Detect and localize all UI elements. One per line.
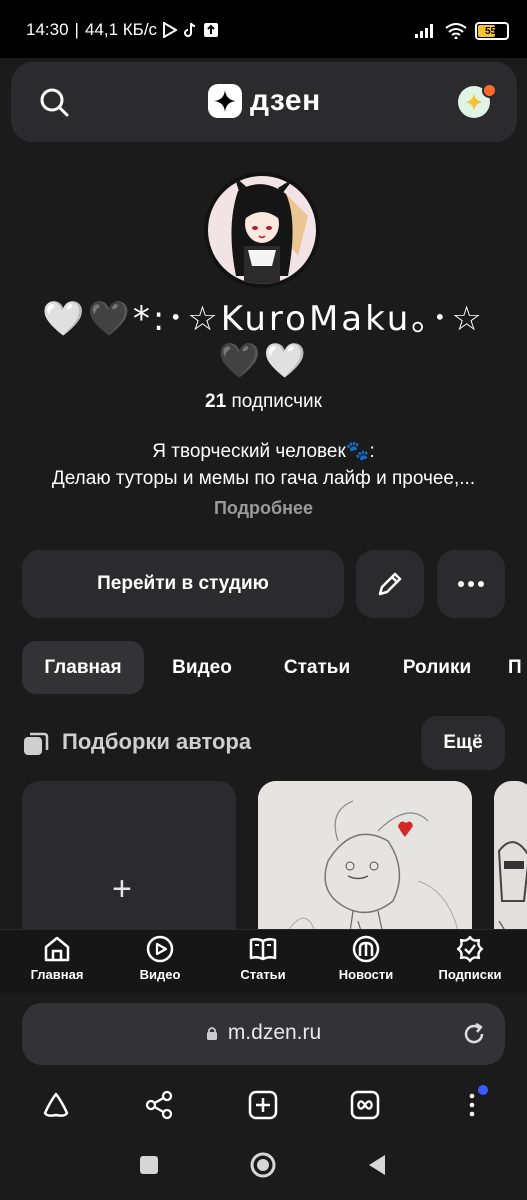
lock-icon <box>206 1027 217 1040</box>
nav-home-label: Главная <box>30 967 84 982</box>
tab-articles[interactable]: Статьи <box>266 641 368 694</box>
recent-apps-button[interactable] <box>134 1150 164 1180</box>
nav-subscriptions[interactable]: Подписки <box>425 934 515 982</box>
collections-icon <box>24 732 49 755</box>
menu-badge-dot <box>478 1085 488 1095</box>
ellipsis-icon <box>458 581 484 587</box>
reload-icon[interactable] <box>460 1020 488 1048</box>
wifi-icon <box>445 23 467 39</box>
nav-news[interactable]: Новости <box>321 934 411 982</box>
battery-icon: 55 <box>475 22 509 40</box>
share-button[interactable] <box>139 1085 179 1125</box>
channel-name: 🤍🖤*:･☆KuroMaku｡･☆🖤🤍 <box>42 299 485 381</box>
signal-icon <box>415 24 433 38</box>
tabs-icon <box>350 1090 380 1120</box>
more-link[interactable]: Подробнее <box>0 498 527 519</box>
nav-articles-label: Статьи <box>240 967 286 982</box>
square-icon <box>140 1156 158 1174</box>
description-line-2: Делаю туторы и мемы по гача лайф и проче… <box>51 468 476 489</box>
address-text-wrap: m.dzen.ru <box>0 1021 527 1045</box>
logo-text: дзен <box>250 84 321 117</box>
tab-shorts[interactable]: Ролики <box>386 641 488 694</box>
status-right: 55 <box>415 22 509 40</box>
description-line-1: Я творческий человек🐾: <box>152 441 375 462</box>
circle-icon <box>250 1152 276 1178</box>
notification-dot <box>482 83 497 98</box>
back-button[interactable] <box>362 1150 392 1180</box>
play-icon <box>146 935 174 963</box>
nav-news-label: Новости <box>338 967 394 982</box>
status-left: 14:30 | 44,1 КБ/с <box>26 20 219 40</box>
tab-main[interactable]: Главная <box>22 641 144 694</box>
tab-video[interactable]: Видео <box>158 641 246 694</box>
nav-home[interactable]: Главная <box>12 934 102 982</box>
share-icon <box>145 1090 173 1120</box>
book-icon <box>249 937 277 961</box>
home-system-button[interactable] <box>248 1150 278 1180</box>
nav-video[interactable]: Видео <box>115 934 205 982</box>
edit-button[interactable] <box>356 550 424 618</box>
upload-icon <box>204 23 219 37</box>
search-icon[interactable] <box>36 84 72 120</box>
collections-more-button[interactable]: Ещё <box>421 716 505 770</box>
subscribers-label: подписчик <box>231 391 322 412</box>
profile-avatar-image <box>208 176 316 284</box>
nav-video-label: Видео <box>139 967 181 982</box>
back-triangle-icon <box>369 1155 385 1175</box>
alice-button[interactable] <box>36 1085 76 1125</box>
pencil-icon <box>378 572 402 596</box>
more-options-button[interactable] <box>437 550 505 618</box>
subscriptions-icon <box>456 935 484 963</box>
news-icon <box>352 935 380 963</box>
home-icon <box>44 936 70 962</box>
dzen-logo[interactable]: дзен <box>208 84 321 118</box>
status-time: 14:30 <box>26 20 69 39</box>
nav-articles[interactable]: Статьи <box>218 934 308 982</box>
network-speed: 44,1 КБ/с <box>84 20 158 39</box>
alice-icon <box>43 1092 69 1117</box>
tab-more[interactable]: П <box>508 641 527 694</box>
play-store-icon <box>163 22 178 38</box>
go-to-studio-button[interactable]: Перейти в студию <box>22 550 344 618</box>
url-text[interactable]: m.dzen.ru <box>228 1021 321 1045</box>
new-tab-icon <box>248 1090 278 1120</box>
profile-avatar[interactable] <box>204 172 320 288</box>
tiktok-icon <box>184 22 196 37</box>
plus-icon: + <box>112 870 132 908</box>
dzen-star-icon <box>208 84 242 118</box>
tabs-button[interactable] <box>345 1085 385 1125</box>
subscribers[interactable]: 21 подписчик <box>0 391 527 413</box>
channel-description: Я творческий человек🐾: Делаю туторы и ме… <box>10 438 517 492</box>
collections-title: Подборки автора <box>62 729 252 754</box>
new-tab-button[interactable] <box>243 1085 283 1125</box>
nav-subscriptions-label: Подписки <box>438 967 502 982</box>
sparkle-avatar-icon <box>465 93 483 111</box>
subscribers-count: 21 <box>205 391 227 412</box>
